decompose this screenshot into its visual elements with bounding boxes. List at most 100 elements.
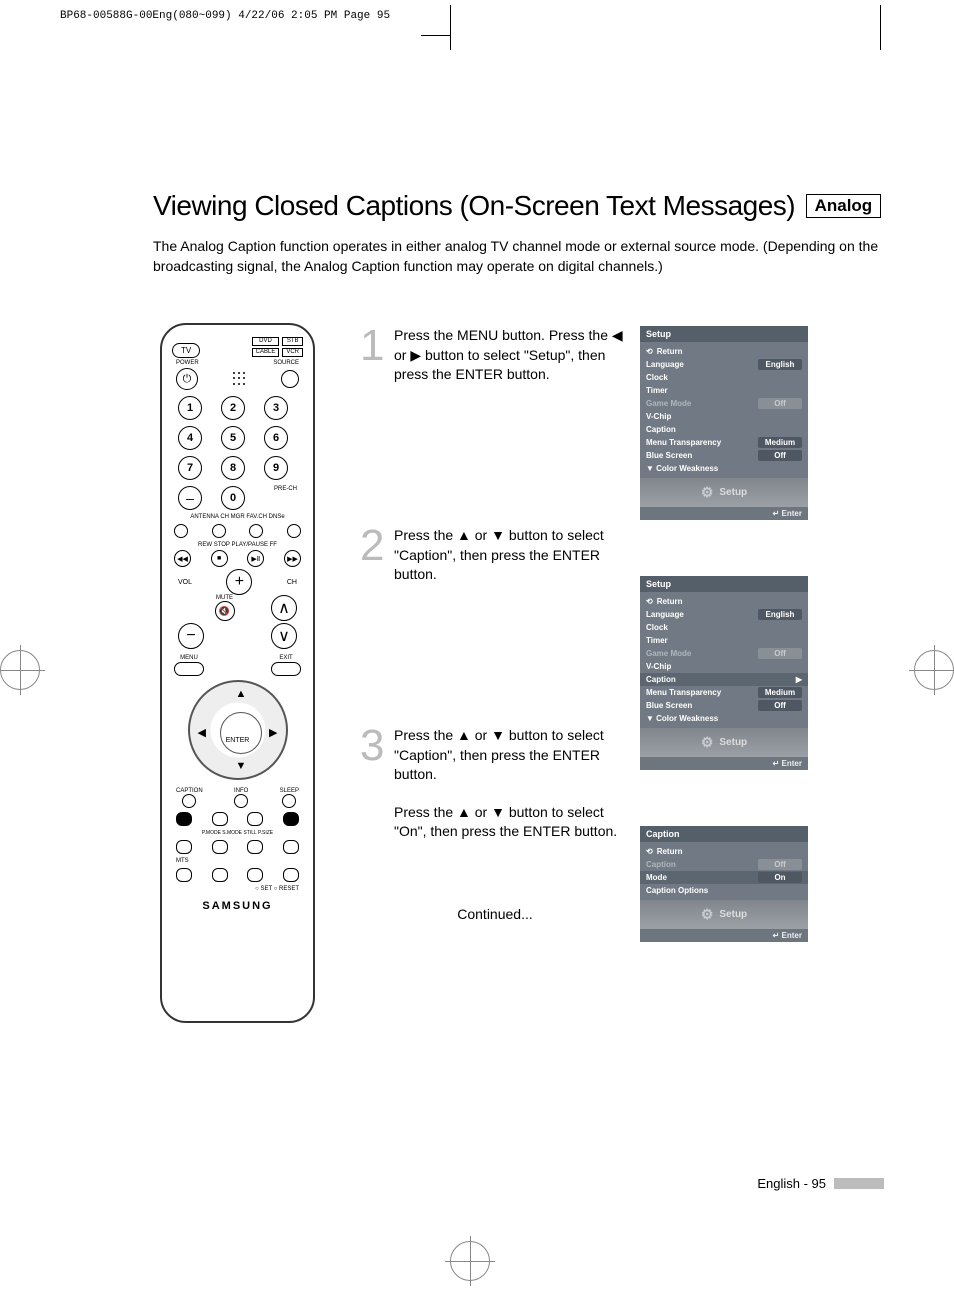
step-number: 2 — [360, 526, 384, 726]
num-3: 3 — [264, 396, 288, 420]
transport-row: ◀◀■▶Ⅱ▶▶ — [174, 550, 301, 567]
crop-mark — [450, 5, 451, 50]
osd-row-label: Blue Screen — [646, 701, 758, 710]
num-0: 0 — [221, 486, 245, 510]
return-icon: ⟲ — [646, 347, 653, 356]
step-2: 2 Press the ▲ or ▼ button to select "Cap… — [360, 526, 630, 726]
osd-setup-2: Setup ⟲ReturnLanguageEnglishClockTimerGa… — [640, 576, 808, 770]
osd-footer-brand: Setup — [719, 487, 747, 498]
set-reset-label: ○ SET ○ RESET — [176, 886, 299, 892]
osd-row-label: Game Mode — [646, 399, 758, 408]
osd-row: Clock — [640, 371, 808, 384]
vol-label: VOL — [178, 579, 192, 586]
osd-row: Caption Options — [640, 884, 808, 897]
osd-row: CaptionOff — [640, 858, 808, 871]
osd-row: ModeOn — [640, 871, 808, 884]
osd-row: Caption — [640, 423, 808, 436]
page-footer: English - 95 — [757, 1176, 884, 1191]
osd-row-label: Menu Transparency — [646, 688, 758, 697]
pre-ch-label: PRE-CH — [264, 486, 297, 492]
remote-tv-button: TV — [172, 343, 200, 358]
num-4: 4 — [178, 426, 202, 450]
step-1: 1 Press the MENU button. Press the ◀ or … — [360, 326, 630, 526]
power-button: ⏻ — [176, 368, 198, 390]
continued-label: Continued... — [360, 906, 630, 922]
step-number: 1 — [360, 326, 384, 526]
osd-row: V-Chip — [640, 410, 808, 423]
vol-up: + — [226, 569, 252, 595]
osd-footer-enter: Enter — [782, 759, 802, 768]
num-2: 2 — [221, 396, 245, 420]
step-text: Press the ▲ or ▼ button to select "Capti… — [394, 726, 630, 846]
osd-title: Setup — [640, 326, 808, 342]
osd-footer-enter: Enter — [782, 509, 802, 518]
menu-label: MENU — [180, 655, 198, 661]
return-icon: ⟲ — [646, 847, 653, 856]
osd-row: Menu TransparencyMedium — [640, 686, 808, 699]
source-button — [281, 370, 299, 388]
remote-dvd-button: DVD — [252, 337, 280, 346]
dash-button: – — [178, 486, 202, 510]
registration-mark — [0, 650, 40, 690]
osd-row: ⟲Return — [640, 345, 808, 358]
source-label: SOURCE — [273, 360, 299, 366]
osd-row: V-Chip — [640, 660, 808, 673]
osd-footer-enter: Enter — [782, 931, 802, 940]
analog-tag: Analog — [806, 194, 882, 218]
osd-row: Blue ScreenOff — [640, 449, 808, 462]
osd-row: Caption▶ — [640, 673, 808, 686]
ch-label: CH — [287, 579, 297, 586]
osd-row-label: Return — [657, 597, 802, 606]
mute-button: 🔇 — [215, 601, 235, 621]
osd-title: Caption — [640, 826, 808, 842]
osd-row-value: Off — [758, 700, 802, 711]
osd-row-value: Off — [758, 648, 802, 659]
osd-row-value: On — [758, 872, 802, 883]
osd-row-label: V-Chip — [646, 412, 802, 421]
osd-row-value: English — [758, 359, 802, 370]
page-title: Viewing Closed Captions (On-Screen Text … — [153, 190, 795, 221]
osd-row-label: Timer — [646, 636, 802, 645]
ch-down: ∨ — [271, 623, 297, 649]
exit-button — [271, 662, 301, 676]
registration-mark — [914, 650, 954, 690]
step-text: Press the ▲ or ▼ button to select "Capti… — [394, 526, 630, 726]
osd-row: ▼ Color Weakness — [640, 462, 808, 475]
osd-row: Game ModeOff — [640, 647, 808, 660]
num-8: 8 — [221, 456, 245, 480]
gear-icon: ⚙ — [701, 906, 714, 923]
osd-row: ▼ Color Weakness — [640, 712, 808, 725]
osd-row-label: Language — [646, 610, 758, 619]
remote-cable-button: CABLE — [252, 348, 280, 357]
step-text: Press the MENU button. Press the ◀ or ▶ … — [394, 326, 630, 526]
num-5: 5 — [221, 426, 245, 450]
osd-row-label: Language — [646, 360, 758, 369]
osd-row-label: Caption — [646, 675, 792, 684]
remote-diagram: TV DVD CABLE STB VCR POWER SOURCE ⏻ 1 2 … — [160, 323, 315, 1023]
osd-row: Timer — [640, 384, 808, 397]
power-label: POWER — [176, 360, 199, 366]
osd-row-value: Off — [758, 859, 802, 870]
osd-row-label: Caption — [646, 425, 802, 434]
osd-row-label: Timer — [646, 386, 802, 395]
gear-icon: ⚙ — [701, 734, 714, 751]
osd-row-label: Caption Options — [646, 886, 802, 895]
osd-row: Timer — [640, 634, 808, 647]
vol-down: − — [178, 623, 204, 649]
menu-button — [174, 662, 204, 676]
footer-bar — [834, 1178, 884, 1189]
crop-mark — [880, 5, 881, 50]
osd-setup-1: Setup ⟲Return LanguageEnglishClock Timer Ga… — [640, 326, 808, 520]
osd-row-label: Caption — [646, 860, 758, 869]
indicator-leds — [233, 372, 247, 386]
osd-row: Clock — [640, 621, 808, 634]
osd-row-label: Game Mode — [646, 649, 758, 658]
aux-row-1 — [174, 524, 301, 538]
mts-label: MTS — [176, 858, 299, 864]
osd-row-label: Blue Screen — [646, 451, 758, 460]
osd-row-value: Off — [758, 450, 802, 461]
osd-title: Setup — [640, 576, 808, 592]
osd-caption: Caption ⟲ReturnCaptionOffModeOnCaption O… — [640, 826, 808, 942]
pmode-labels: P.MODE S.MODE STILL P.SIZE — [168, 830, 307, 836]
step-number: 3 — [360, 726, 384, 846]
